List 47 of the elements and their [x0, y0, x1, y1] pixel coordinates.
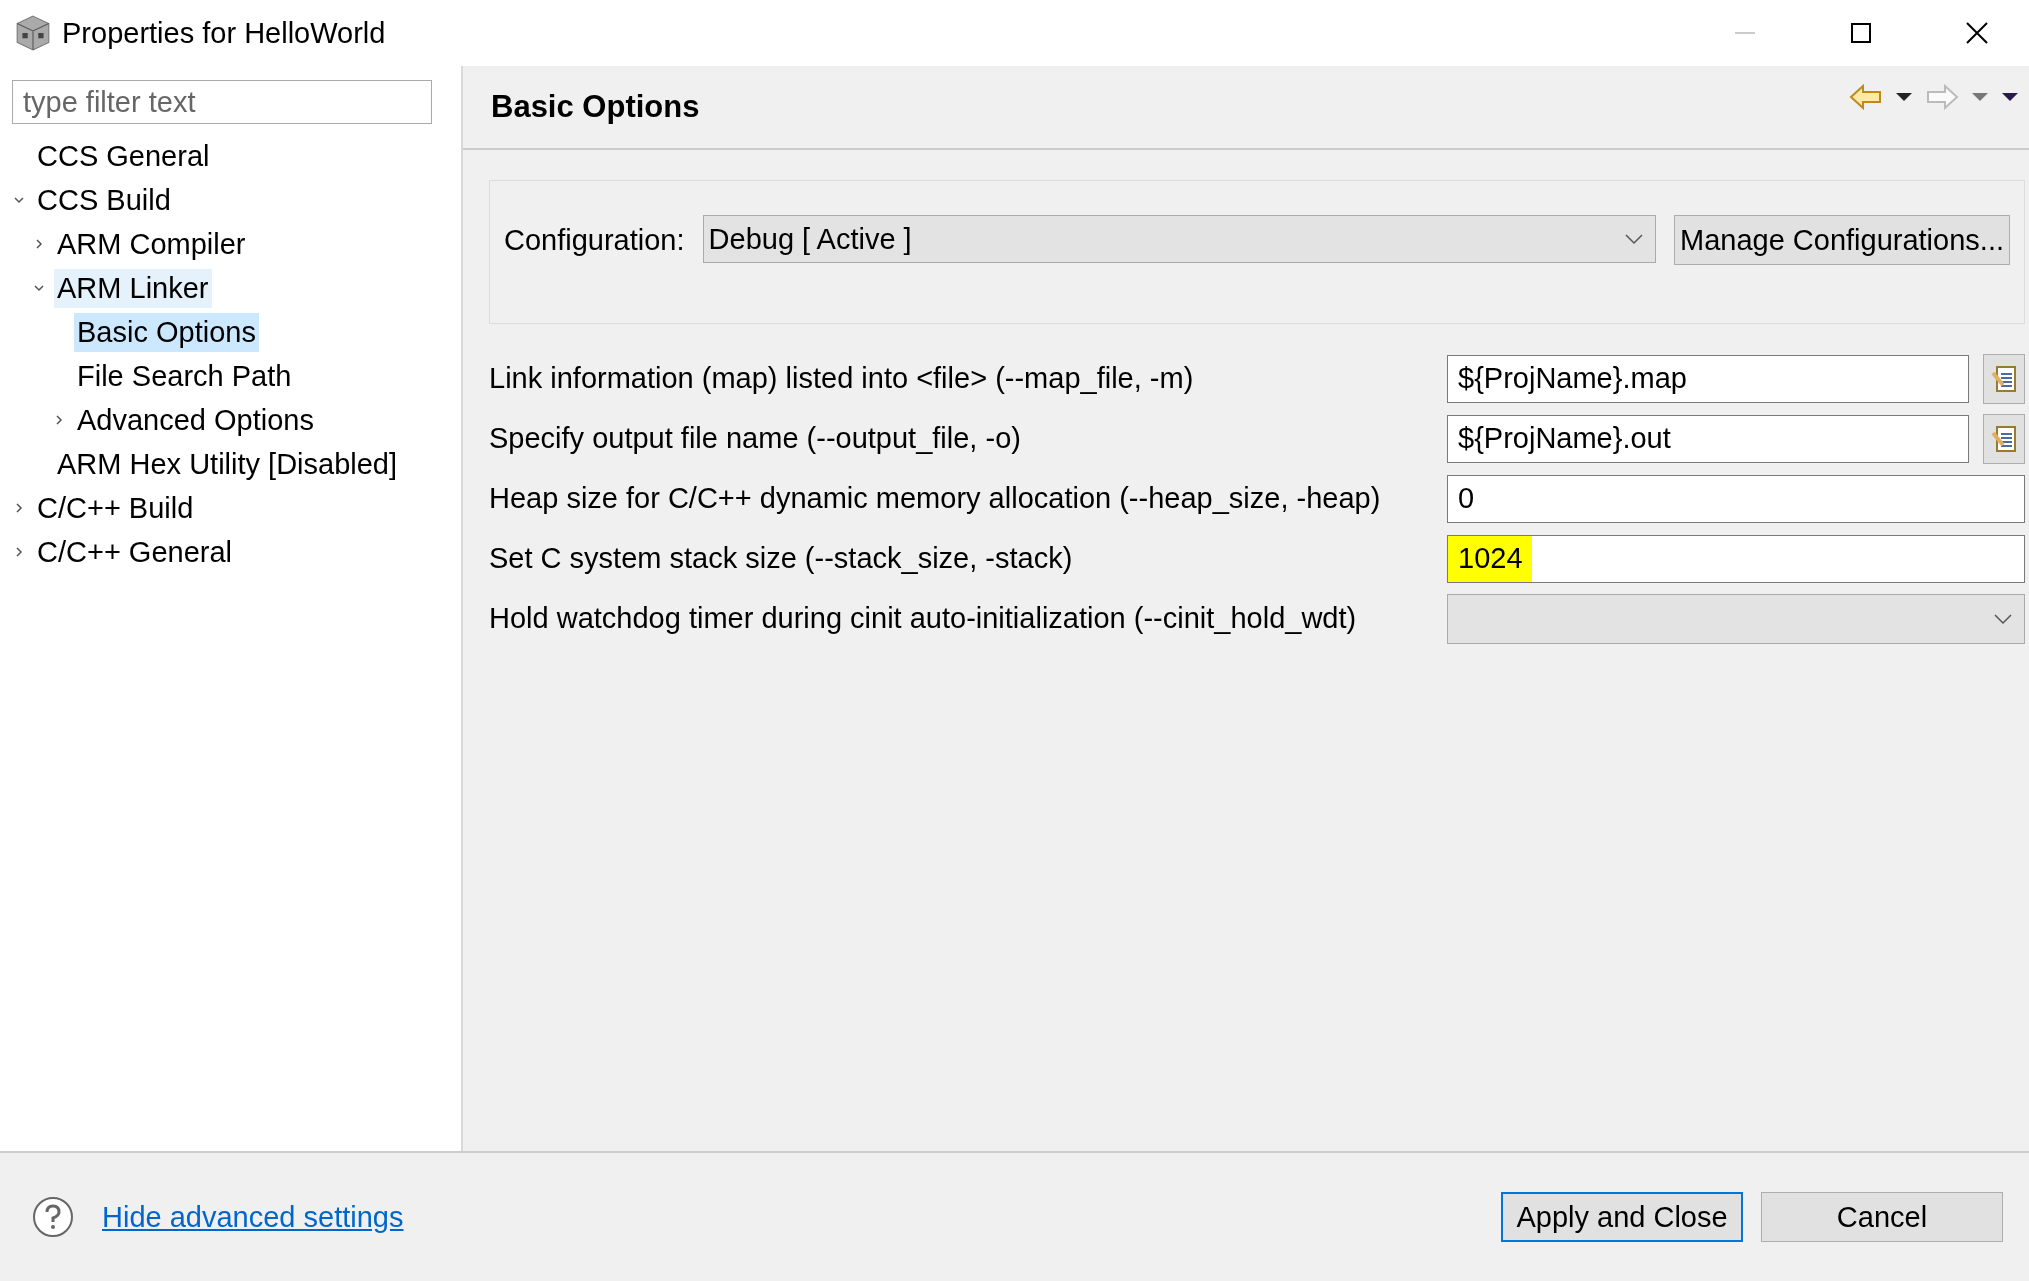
option-label: Link information (map) listed into <file> (--map_file, -m)	[489, 362, 1195, 395]
input-field[interactable]: 0	[1447, 474, 2025, 523]
option-label: Set C system stack size (--stack_size, -stack)	[489, 542, 1074, 575]
view-menu-icon[interactable]	[2001, 91, 2019, 103]
input-field[interactable]: 1024	[1447, 534, 2025, 583]
tree-item[interactable]: ARM Linker	[54, 268, 212, 308]
tree-item[interactable]: CCS Build	[34, 180, 174, 220]
input-field[interactable]: ${ProjName}.map	[1447, 354, 1969, 403]
maximize-icon[interactable]	[1849, 21, 1873, 45]
manage-configurations-button[interactable]: Manage Configurations...	[1673, 215, 2010, 265]
input-field[interactable]: ${ProjName}.out	[1447, 414, 1969, 463]
chevron-right-icon[interactable]	[14, 503, 24, 513]
cancel-button[interactable]: Cancel	[1761, 1192, 2003, 1242]
configuration-label: Configuration:	[504, 223, 685, 258]
document-pencil-icon	[1991, 424, 2017, 453]
option-label: Hold watchdog timer during cinit auto-initialization (--cinit_hold_wdt)	[489, 602, 1358, 635]
filter-field[interactable]: type filter text	[12, 80, 432, 124]
close-icon[interactable]	[1965, 21, 1989, 45]
option-label: Specify output file name (--output_file, -o)	[489, 422, 1022, 455]
tree-item[interactable]: File Search Path	[74, 356, 295, 396]
browse-button[interactable]	[1983, 413, 2025, 464]
option-label: Heap size for C/C++ dynamic memory allocation (--heap_size, -heap)	[489, 482, 1382, 515]
chevron-right-icon[interactable]	[14, 547, 24, 557]
window-title: Properties for HelloWorld	[62, 16, 386, 50]
apply-and-close-button[interactable]: Apply and Close	[1501, 1192, 1743, 1242]
chevron-right-icon[interactable]	[34, 239, 44, 249]
hide-advanced-settings-link[interactable]: Hide advanced settings	[102, 1200, 404, 1234]
browse-button[interactable]	[1983, 353, 2025, 404]
tree-item[interactable]: CCS General	[34, 136, 213, 176]
tree-item[interactable]: C/C++ General	[34, 532, 236, 572]
cube-icon	[14, 14, 52, 52]
help-icon[interactable]	[32, 1196, 74, 1238]
chevron-right-icon[interactable]	[54, 415, 64, 425]
tree-item[interactable]: ARM Compiler	[54, 224, 249, 264]
chevron-down-icon[interactable]	[34, 283, 44, 293]
tree-item[interactable]: C/C++ Build	[34, 488, 197, 528]
tree-item[interactable]: Basic Options	[74, 312, 259, 352]
dropdown-arrow-icon[interactable]	[1895, 91, 1913, 103]
tree-item[interactable]: ARM Hex Utility [Disabled]	[54, 444, 401, 484]
back-arrow-icon[interactable]	[1849, 84, 1883, 110]
page-title: Basic Options	[491, 89, 700, 125]
chevron-down-icon[interactable]	[14, 195, 24, 205]
document-pencil-icon	[1991, 364, 2017, 393]
chevron-down-icon	[1624, 233, 1643, 245]
tree-item[interactable]: Advanced Options	[74, 400, 317, 440]
chevron-down-icon	[1994, 612, 2012, 625]
configuration-dropdown[interactable]: Debug [ Active ]	[702, 215, 1656, 263]
